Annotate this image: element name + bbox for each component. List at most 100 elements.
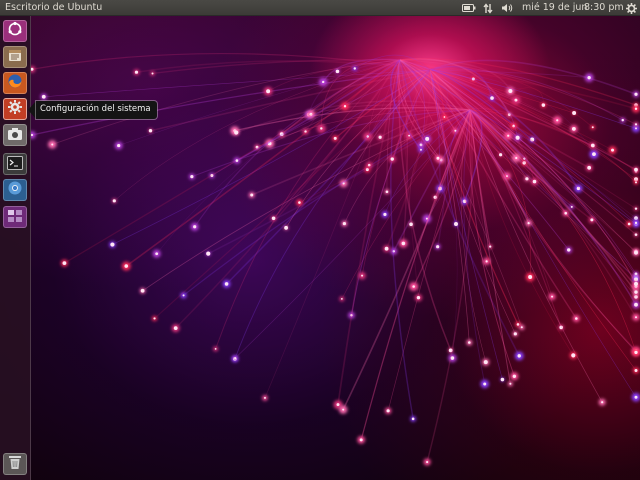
fiber-tip [564,211,568,215]
files-icon [7,47,23,67]
fiber-tip [235,159,239,162]
fiber-tip [520,326,523,329]
trash-launcher-button[interactable] [3,453,27,475]
fiber-tip [590,218,594,222]
fiber-tip [485,260,488,263]
fiber-tip [571,353,576,358]
fiber-tip [525,177,529,181]
fiber-tip [489,245,492,248]
fiber-tip [182,294,185,297]
top-panel: Escritorio de Ubuntu mié 19 de jun 8:30 … [0,0,640,16]
fiber-tip [621,118,624,122]
fiber-tip [411,417,415,421]
tooltip-label: Configuración del sistema [36,101,157,119]
fiber-tip [117,143,121,148]
fiber-tip [140,288,145,293]
fiber-tip [567,248,571,252]
system-settings-launcher-button[interactable] [3,98,27,120]
fiber-tip [575,317,578,320]
terminal-launcher-button[interactable] [3,153,27,175]
fiber-tip [634,221,638,225]
files-launcher-button[interactable] [3,46,27,68]
fiber-tip [353,67,356,70]
fiber-strand [191,109,471,178]
fiber-tip [634,350,638,355]
workspace-switcher-button[interactable] [3,206,27,228]
fiber-tip [284,225,289,230]
desktop-wallpaper [0,0,640,480]
clock-date[interactable]: mié 19 de jun [522,0,587,16]
fiber-tip [41,94,46,99]
fiber-tip [468,341,471,344]
fiber-tip [587,75,591,80]
fiber-tip [453,221,458,226]
fiber-tip [634,207,638,210]
fiber-strand [429,59,637,95]
fiber-tip [500,377,505,382]
gear-icon[interactable] [624,0,638,16]
fiber-tip [611,148,615,152]
fiber-tip [234,357,237,360]
fiber-tip [193,225,197,229]
fiber-tip [342,221,346,226]
fiber-tip [378,135,382,139]
fiber-tip [62,261,67,266]
fiber-tip [527,222,530,225]
fiber-tip [383,212,387,217]
fiber-optic-wallpaper-art [28,52,640,466]
fiber-tip [409,222,413,227]
fiber-tip [426,460,429,464]
fiber-tip [635,316,637,319]
fiber-tip [148,129,153,133]
fiber-tip [340,298,343,300]
fiber-tip [390,157,394,161]
dash-home-button[interactable] [3,20,27,42]
fiber-tip [384,246,389,251]
fiber-tip [571,126,576,131]
volume-icon[interactable] [500,0,514,16]
workspace-switcher-icon [7,208,23,227]
fiber-tip [508,88,513,93]
fiber-tip [30,133,34,137]
trash-icon [8,454,22,474]
fiber-tip [592,152,596,157]
fiber-tip [551,295,554,298]
fiber-strand [211,69,431,176]
fiber-tip [507,134,510,137]
fiber-tip [634,233,638,236]
chromium-launcher-button[interactable] [3,179,27,201]
firefox-icon [7,73,23,93]
fiber-tip [151,72,154,75]
fiber-tip [634,123,638,126]
fiber-tip [587,165,592,170]
fiber-tip [570,205,573,208]
fiber-tip [416,295,421,300]
fiber-tip [634,368,638,372]
dash-home-icon [7,21,23,41]
battery-icon[interactable] [461,0,477,16]
fiber-tip [320,127,323,130]
screenshot-launcher-button[interactable] [3,124,27,146]
fiber-tip [436,245,440,249]
system-settings-icon [7,99,23,119]
fiber-tip [634,290,638,294]
firefox-launcher-button[interactable] [3,72,27,94]
fiber-tip [342,408,345,411]
fiber-tip [515,156,518,160]
fiber-tip [401,241,406,246]
fiber-tip [214,347,217,350]
fiber-tip [361,274,364,277]
fiber-tip [499,153,503,157]
launcher [0,16,31,480]
fiber-tip [634,107,638,110]
fiber-tip [333,136,337,140]
fiber-strand [251,109,471,196]
fiber-strand [469,109,637,353]
clock-time[interactable]: 8:30 pm [584,0,624,16]
fiber-tip [443,116,446,118]
fiber-tip [110,242,115,247]
fiber-tip [386,409,390,413]
fiber-tip [298,201,301,204]
fiber-tip [234,130,239,135]
network-icon[interactable] [482,0,494,16]
